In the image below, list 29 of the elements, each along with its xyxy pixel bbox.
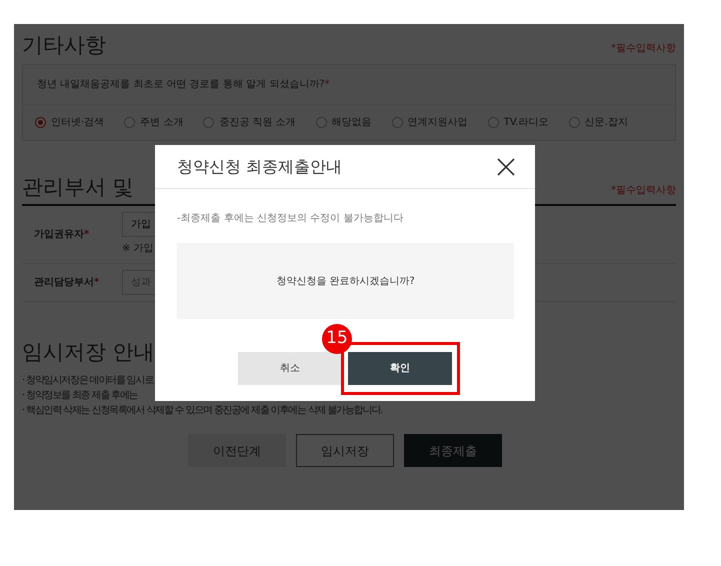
radio-option[interactable]: 중진공 직원 소개 [203, 115, 296, 130]
action-button[interactable]: 임시저장 [296, 434, 394, 467]
close-icon[interactable] [497, 158, 515, 176]
action-button[interactable]: 이전단계 [188, 434, 286, 467]
section-title: 관리부서 및 [22, 177, 134, 198]
notice-text: · 청약임시저장은 데이터를 임시로 [22, 374, 154, 388]
dialog-button[interactable]: 확인 [348, 352, 452, 385]
required-note: *필수입력사항 [611, 184, 676, 198]
step-number-badge: 15 [322, 324, 352, 354]
notice-text: · 핵심인력 삭제는 신청목록에서 삭제할 수 있으며 중진공에 제출 이후에는 삭제 불가능합니다. [22, 404, 382, 418]
modal-notice: -최종제출 후에는 신청정보의 수정이 불가능합니다 [176, 212, 404, 226]
radio-option[interactable]: 해당없음 [316, 115, 372, 130]
radio-option[interactable]: 신문.잡지 [568, 115, 628, 130]
radio-option[interactable]: 인터넷·검색 [35, 115, 104, 130]
question-text: 청년 내일채움공제를 최초로 어떤 경로를 통해 알게 되셨습니까?* [23, 65, 675, 105]
radio-option[interactable]: TV.라디오 [488, 115, 549, 130]
notice-text: · 청약정보를 최종 제출 후에는 [22, 389, 138, 403]
radio-option[interactable]: 연계지원사업 [392, 115, 468, 130]
action-button[interactable]: 최종제출 [404, 434, 502, 467]
radio-option[interactable]: 주변 소개 [124, 115, 184, 130]
section-title: 임시저장 안내 [22, 342, 155, 363]
confirm-question: 청약신청을 완료하시겠습니까? [276, 274, 415, 288]
field-label: 관리담당부서* [34, 276, 100, 290]
required-note: *필수입력사항 [611, 42, 676, 56]
field-label: 가입권유자* [34, 228, 90, 242]
modal-title: 청약신청 최종제출안내 [177, 156, 342, 178]
field-hint: ※ 가입 [122, 242, 155, 256]
dialog-button[interactable]: 취소 [238, 352, 342, 385]
section-title: 기타사항 [22, 35, 106, 56]
